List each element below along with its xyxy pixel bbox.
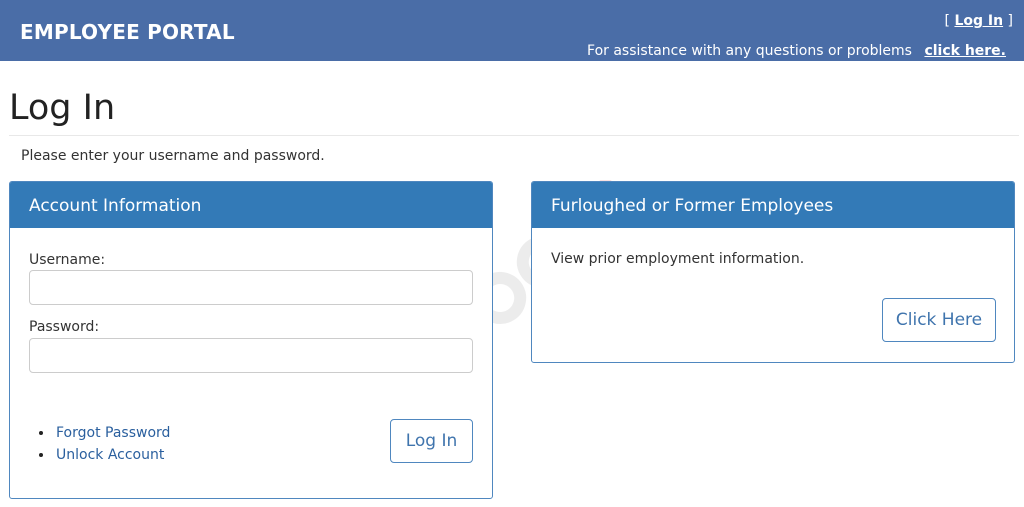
forgot-password-link[interactable]: Forgot Password <box>56 425 170 441</box>
assistance-line: For assistance with any questions or pro… <box>587 43 1006 59</box>
top-header: EMPLOYEE PORTAL [ Log In ] For assistanc… <box>0 0 1024 61</box>
assistance-link[interactable]: click here. <box>924 43 1006 59</box>
password-input[interactable] <box>29 338 473 373</box>
portal-brand: EMPLOYEE PORTAL <box>20 20 235 44</box>
unlock-account-link[interactable]: Unlock Account <box>56 447 164 463</box>
former-panel-text: View prior employment information. <box>551 251 805 267</box>
intro-text: Please enter your username and password. <box>21 148 325 164</box>
login-button[interactable]: Log In <box>390 419 473 463</box>
username-label: Username: <box>29 252 106 268</box>
title-divider <box>9 135 1019 136</box>
login-open-bracket: [ <box>944 13 950 29</box>
assistance-text: For assistance with any questions or pro… <box>587 43 912 59</box>
header-login-link[interactable]: Log In <box>954 13 1003 29</box>
list-item: Forgot Password <box>54 422 170 444</box>
click-here-button[interactable]: Click Here <box>882 298 996 342</box>
account-panel-heading: Account Information <box>10 182 492 228</box>
account-links: Forgot Password Unlock Account <box>54 422 170 466</box>
page-title: Log In <box>9 88 116 128</box>
header-login: [ Log In ] <box>945 13 1013 29</box>
account-information-panel: Account Information Username: Password: … <box>9 181 493 499</box>
list-item: Unlock Account <box>54 444 170 466</box>
former-panel-heading: Furloughed or Former Employees <box>532 182 1014 228</box>
username-input[interactable] <box>29 270 473 305</box>
password-label: Password: <box>29 319 100 335</box>
former-employees-panel: Furloughed or Former Employees View prio… <box>531 181 1015 363</box>
login-close-bracket: ] <box>1007 13 1013 29</box>
